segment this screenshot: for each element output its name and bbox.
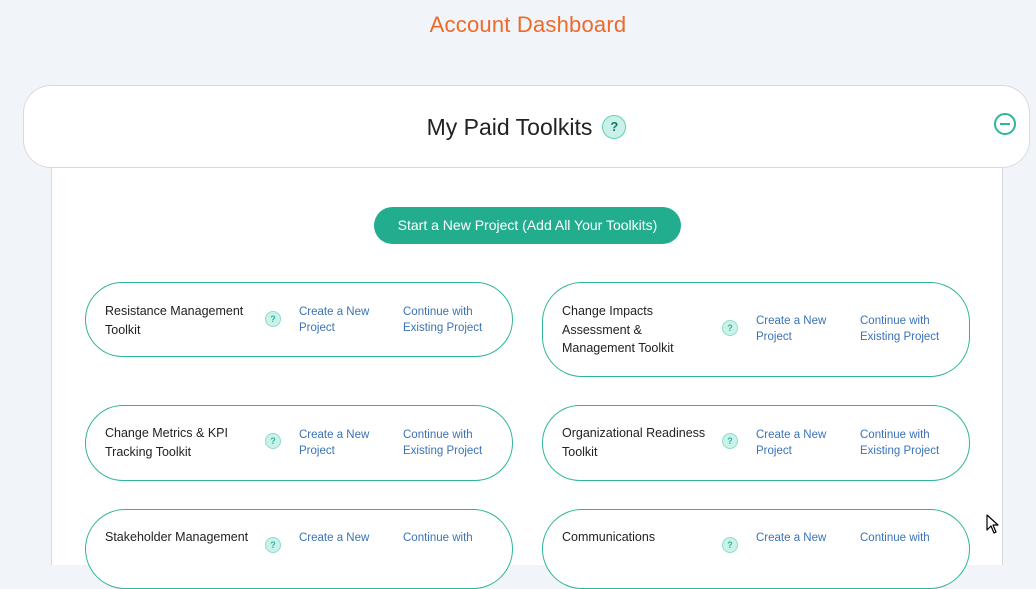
continue-existing-project-link[interactable]: Continue with Existing Project <box>860 427 960 459</box>
toolkit-name: Change Impacts Assessment & Management T… <box>562 304 674 355</box>
toolkit-card-stakeholder: Stakeholder Management ? Create a New Co… <box>85 509 513 589</box>
question-icon[interactable]: ? <box>722 320 738 336</box>
toolkit-card-communications: Communications ? Create a New Continue w… <box>542 509 970 589</box>
create-new-project-link[interactable]: Create a New Project <box>299 304 389 336</box>
continue-existing-project-link[interactable]: Continue with Existing Project <box>403 427 503 459</box>
panel-title: My Paid Toolkits? <box>24 114 1029 141</box>
toolkit-name: Change Metrics & KPI Tracking Toolkit <box>105 426 228 459</box>
start-new-project-button[interactable]: Start a New Project (Add All Your Toolki… <box>374 207 681 244</box>
collapse-minus-icon[interactable] <box>994 113 1016 135</box>
paid-toolkits-header: My Paid Toolkits? <box>23 85 1030 168</box>
create-new-project-link[interactable]: Create a New Project <box>756 313 846 345</box>
toolkit-card-org-readiness: Organizational Readiness Toolkit ? Creat… <box>542 405 970 481</box>
question-icon[interactable]: ? <box>265 537 281 553</box>
mouse-pointer-icon <box>986 514 999 534</box>
toolkit-card-change-metrics: Change Metrics & KPI Tracking Toolkit ? … <box>85 405 513 481</box>
page-title: Account Dashboard <box>429 12 627 37</box>
toolkit-card-change-impacts: Change Impacts Assessment & Management T… <box>542 282 970 377</box>
create-new-project-link[interactable]: Create a New Project <box>299 427 389 459</box>
question-icon[interactable]: ? <box>265 311 281 327</box>
question-icon[interactable]: ? <box>722 433 738 449</box>
toolkit-name: Organizational Readiness Toolkit <box>562 426 706 459</box>
panel-title-text: My Paid Toolkits <box>426 114 593 140</box>
question-icon[interactable]: ? <box>602 114 627 139</box>
create-new-project-link[interactable]: Create a New Project <box>756 427 846 459</box>
continue-existing-project-link[interactable]: Continue with Existing Project <box>403 304 503 336</box>
toolkit-card-resistance: Resistance Management Toolkit ? Create a… <box>85 282 513 357</box>
question-icon[interactable]: ? <box>722 537 738 553</box>
question-icon[interactable]: ? <box>265 433 281 449</box>
continue-existing-project-link[interactable]: Continue with Existing Project <box>860 313 960 345</box>
toolkit-name: Resistance Management Toolkit <box>105 304 244 337</box>
